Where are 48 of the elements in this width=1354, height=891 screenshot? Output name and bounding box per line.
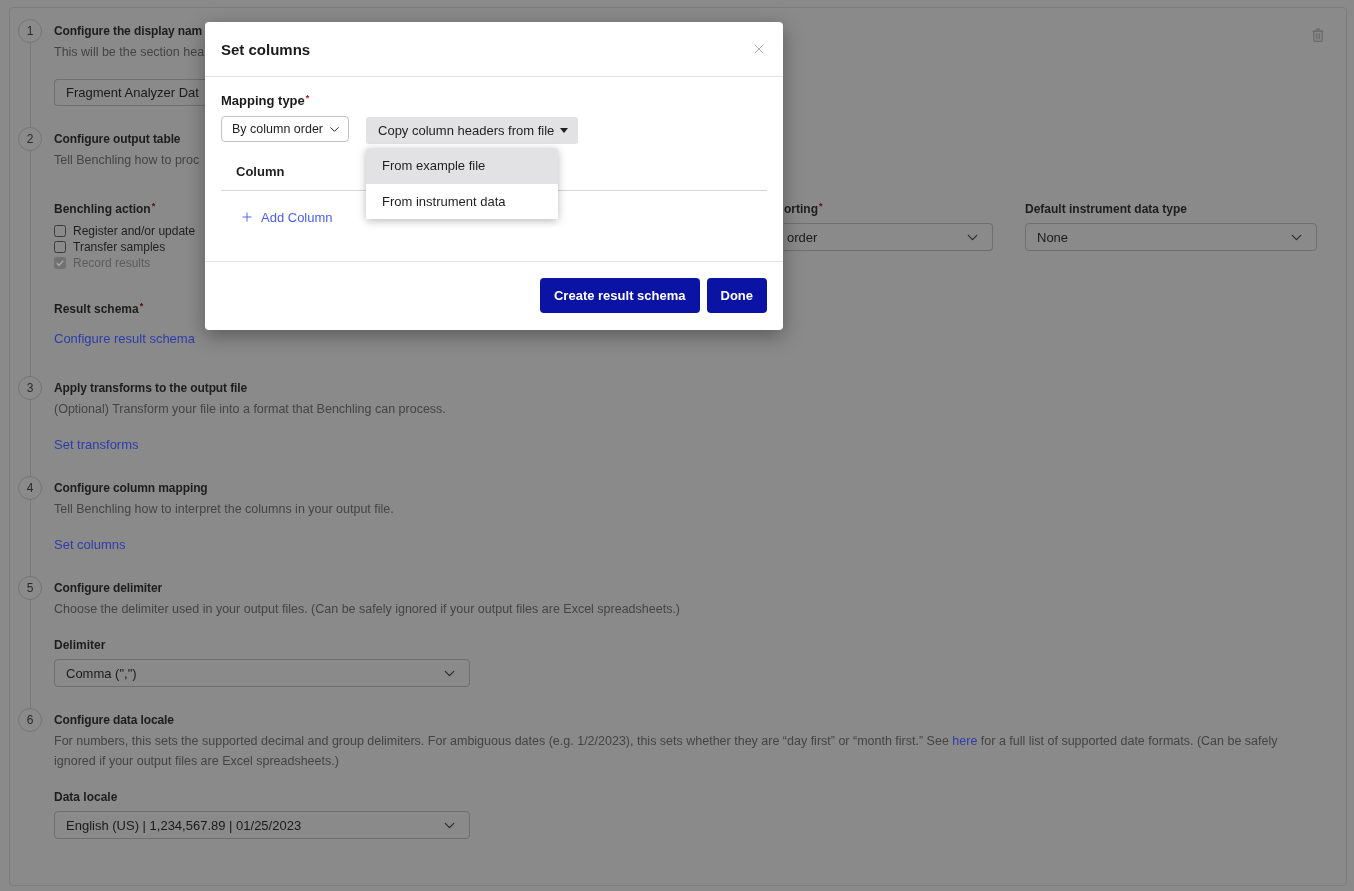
- primary-button[interactable]: Done: [706, 278, 767, 313]
- column-header: Column: [236, 163, 285, 179]
- step-title: Configure column mapping: [54, 480, 208, 496]
- modal-title: Set columns: [221, 40, 311, 58]
- link[interactable]: here: [952, 734, 978, 748]
- field-label: Data locale: [54, 789, 118, 805]
- link[interactable]: Configure result schema: [54, 331, 195, 347]
- required-mark: *: [819, 201, 823, 211]
- step-title: Configure delimiter: [54, 580, 163, 596]
- field-label: Delimiter: [54, 637, 106, 653]
- caret-down-icon: [560, 128, 569, 133]
- primary-button[interactable]: Create result schema: [540, 278, 700, 313]
- step-title: Configure the display nam: [54, 23, 203, 39]
- link[interactable]: Set columns: [54, 537, 126, 553]
- step-description: (Optional) Transform your file into a format that Benchling can process.: [54, 401, 446, 418]
- add-column-button[interactable]: Add Column: [221, 204, 333, 230]
- checkbox-label: Register and/or update: [73, 224, 196, 238]
- field-label: Result schema: [54, 301, 139, 317]
- select-field[interactable]: None: [1025, 223, 1317, 251]
- plus-icon: [240, 210, 254, 224]
- required-mark: *: [139, 301, 144, 311]
- checkbox-label: Transfer samples: [73, 240, 166, 254]
- step-title: Configure data locale: [54, 712, 174, 728]
- select-field[interactable]: Comma (","): [54, 659, 470, 687]
- required-mark: *: [305, 93, 310, 103]
- required-mark: *: [151, 201, 156, 211]
- input-field[interactable]: Fragment Analyzer Dat: [54, 79, 205, 106]
- checkbox[interactable]: [54, 241, 66, 253]
- step-description: Tell Benchling how to interpret the columns in your output file.: [54, 501, 394, 518]
- step-description: Choose the delimiter used in your output files. (Can be safely ignored if your output files are Excel spreadsheets.): [54, 601, 681, 618]
- step-description: Tell Benchling how to proc: [54, 152, 200, 169]
- select-field[interactable]: English (US) | 1,234,567.89 | 01/25/2023: [54, 811, 470, 839]
- menu-item[interactable]: From instrument data: [366, 183, 558, 219]
- select-field[interactable]: order: [784, 223, 993, 251]
- step-description: For numbers, this sets the supported decimal and group delimiters. For ambiguous dates (e.g. 1/2/2023), this sets whether they are “day first” or “month first.” See here for a full list of supported date formats. (Can be safely ignored if your output files are Excel spreadsheets.): [54, 733, 1279, 770]
- step-title: Configure output table: [54, 131, 181, 147]
- trash-icon[interactable]: [1312, 28, 1324, 42]
- field-label: orting: [784, 201, 818, 217]
- step-description: This will be the section hea: [54, 44, 205, 61]
- select-field[interactable]: By column order: [221, 116, 349, 142]
- dropdown-button[interactable]: Copy column headers from file: [366, 117, 579, 144]
- field-label: Benchling action: [54, 201, 151, 217]
- step-title: Apply transforms to the output file: [54, 380, 248, 396]
- link[interactable]: Set transforms: [54, 437, 139, 453]
- field-label: Mapping type: [221, 93, 305, 109]
- checkbox[interactable]: [54, 225, 66, 237]
- menu-item[interactable]: From example file: [366, 148, 558, 184]
- field-label: Default instrument data type: [1025, 201, 1188, 217]
